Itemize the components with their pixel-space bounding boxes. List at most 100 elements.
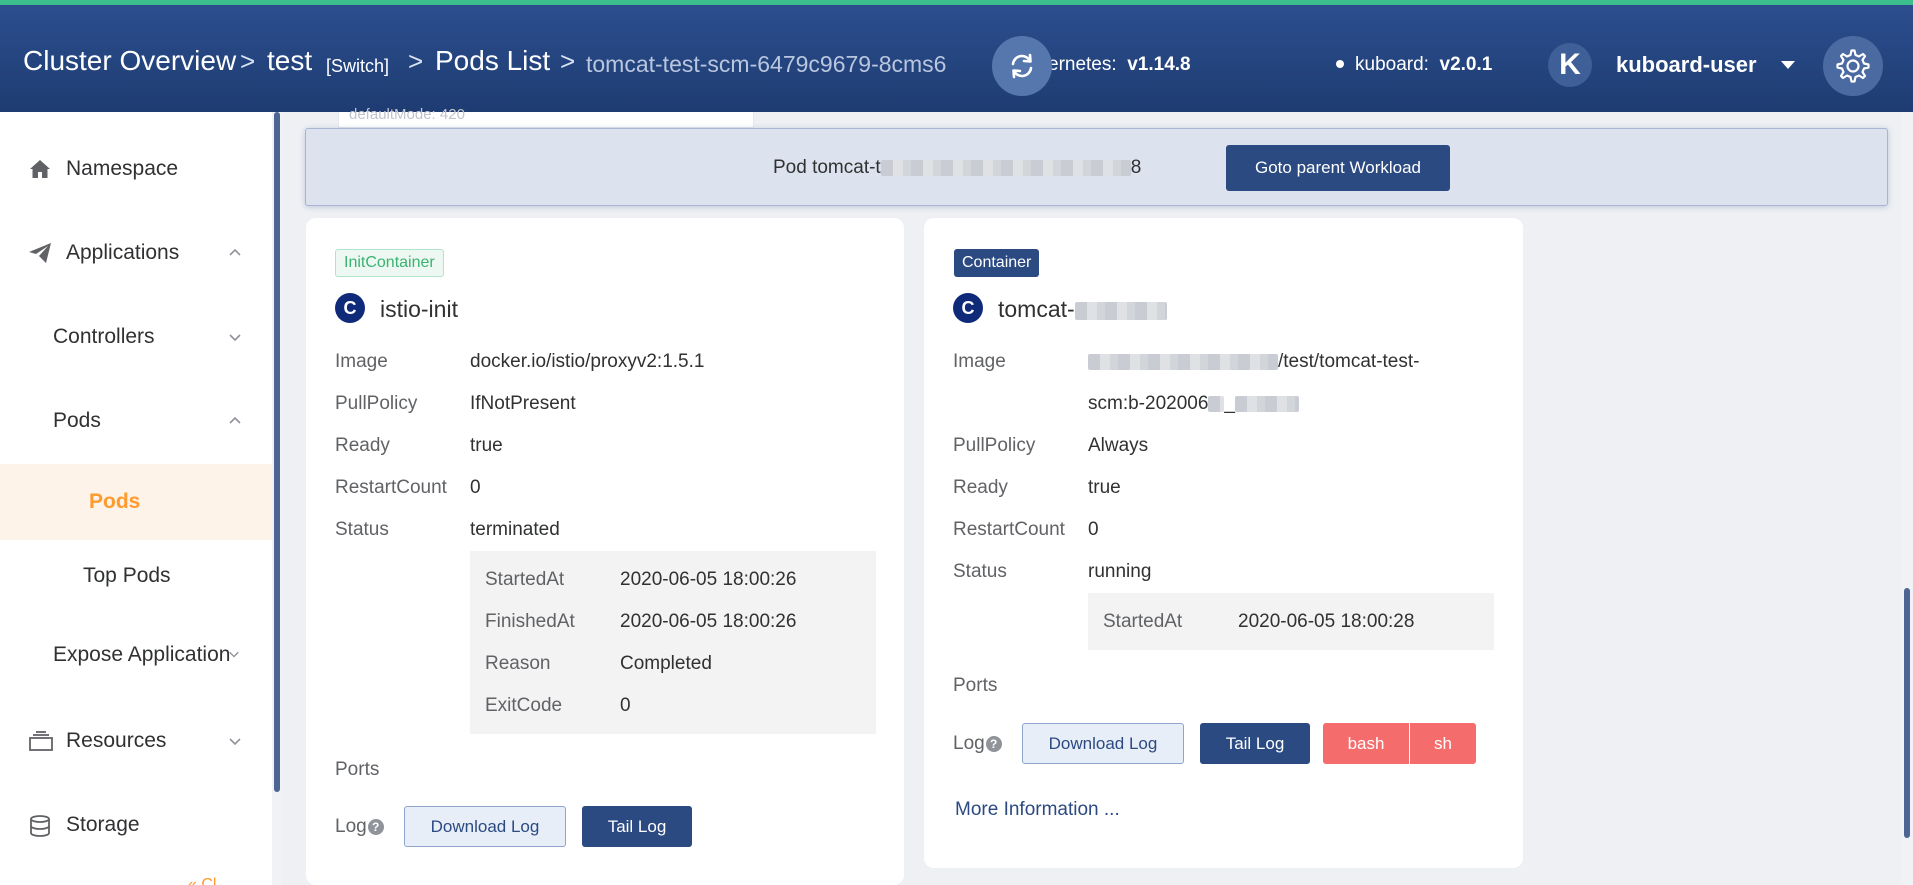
- redacted-text: [880, 159, 1131, 176]
- startedat-value: 2020-06-05 18:00:28: [1238, 611, 1415, 632]
- caret-down-icon[interactable]: [1781, 61, 1795, 69]
- switch-namespace-link[interactable]: [Switch]: [326, 56, 389, 77]
- breadcrumb-separator: >: [560, 46, 576, 76]
- image-value-line2: scm:b-202006 _: [1088, 393, 1299, 415]
- reason-label: Reason: [485, 653, 551, 674]
- finishedat-label: FinishedAt: [485, 611, 575, 632]
- gear-icon: [1836, 49, 1870, 83]
- help-icon: ?: [985, 735, 1002, 752]
- username-dropdown[interactable]: kuboard-user: [1616, 52, 1757, 78]
- init-container-tag: InitContainer: [335, 249, 444, 277]
- image-value: docker.io/istio/proxyv2:1.5.1: [470, 351, 705, 372]
- status-label: Status: [335, 519, 389, 540]
- sidebar-scrollbar[interactable]: [272, 112, 282, 885]
- redacted-text: [1074, 301, 1167, 320]
- breadcrumb-cluster-overview[interactable]: Cluster Overview: [23, 45, 236, 77]
- sidebar-item-label: Resources: [66, 729, 167, 752]
- init-container-name: istio-init: [380, 296, 458, 322]
- breadcrumb-separator: >: [240, 46, 256, 76]
- download-log-button[interactable]: Download Log: [1022, 723, 1184, 764]
- more-information-link[interactable]: More Information ...: [955, 799, 1120, 821]
- chevron-up-icon: [229, 416, 241, 424]
- status-label: Status: [953, 561, 1007, 582]
- sidebar-item-label: Pods: [53, 409, 101, 432]
- ports-label: Ports: [953, 675, 998, 696]
- sidebar-item-label: Applications: [66, 241, 180, 264]
- refresh-button[interactable]: [992, 36, 1052, 96]
- tail-log-button[interactable]: Tail Log: [1200, 723, 1310, 764]
- download-log-button[interactable]: Download Log: [404, 806, 566, 847]
- goto-parent-workload-button[interactable]: Goto parent Workload: [1226, 145, 1450, 191]
- sidebar: Namespace Applications Controllers Pods …: [0, 112, 272, 885]
- volume-default-mode-text: defaultMode: 420: [349, 106, 465, 123]
- restartcount-value: 0: [1088, 519, 1099, 540]
- chevron-down-icon: [229, 334, 241, 342]
- sidebar-item-pods[interactable]: Pods: [0, 464, 272, 540]
- volume-card-fragment: defaultMode: 420: [338, 106, 754, 128]
- home-icon: [30, 160, 50, 178]
- settings-button[interactable]: [1823, 36, 1883, 96]
- collapse-sidebar-link[interactable]: « Cl: [188, 876, 216, 885]
- breadcrumb-pod-name: tomcat-test-scm-6479c9679-8cms6: [586, 51, 947, 77]
- finishedat-value: 2020-06-05 18:00:26: [620, 611, 797, 632]
- avatar[interactable]: K: [1548, 43, 1592, 87]
- startedat-value: 2020-06-05 18:00:26: [620, 569, 797, 590]
- kubernetes-version-label: ernetes: v1.14.8: [1048, 54, 1191, 75]
- sidebar-item-top-pods[interactable]: Top Pods: [0, 541, 272, 611]
- bash-button[interactable]: bash: [1323, 723, 1409, 764]
- sh-button[interactable]: sh: [1410, 723, 1476, 764]
- sidebar-item-label: Pods: [89, 490, 141, 513]
- sidebar-item-controllers[interactable]: Controllers: [0, 302, 272, 372]
- ready-value: true: [470, 435, 503, 456]
- pullpolicy-value: Always: [1088, 435, 1149, 456]
- redacted-text: [1234, 395, 1299, 412]
- kuboard-version: v2.0.1: [1439, 54, 1493, 75]
- container-icon: C: [953, 293, 983, 323]
- image-label: Image: [953, 351, 1006, 372]
- status-value: running: [1088, 561, 1152, 582]
- pullpolicy-label: PullPolicy: [953, 435, 1036, 456]
- paper-plane-icon: [29, 243, 51, 263]
- log-label: Log?: [335, 816, 384, 838]
- breadcrumb-namespace[interactable]: test: [267, 45, 312, 77]
- restartcount-label: RestartCount: [953, 519, 1065, 540]
- restartcount-label: RestartCount: [335, 477, 447, 498]
- sidebar-item-label: Storage: [66, 813, 140, 836]
- layers-icon: [29, 731, 53, 751]
- ready-value: true: [1088, 477, 1121, 498]
- sidebar-item-storage[interactable]: Storage: [0, 790, 272, 860]
- sidebar-item-label: Namespace: [66, 157, 179, 180]
- breadcrumb-pods-list[interactable]: Pods List: [435, 45, 550, 77]
- help-icon: ?: [367, 818, 384, 835]
- container-icon: C: [335, 293, 365, 323]
- startedat-label: StartedAt: [1103, 611, 1183, 632]
- exitcode-value: 0: [620, 695, 631, 716]
- restartcount-value: 0: [470, 477, 481, 498]
- container-tag: Container: [954, 249, 1040, 277]
- sidebar-item-expose-application[interactable]: Expose Application: [0, 620, 272, 690]
- pod-banner: Pod tomcat-t 8 Goto parent Workload: [305, 128, 1888, 206]
- reason-value: Completed: [620, 653, 712, 674]
- sidebar-item-pods-group[interactable]: Pods: [0, 386, 272, 456]
- main-scrollbar-thumb[interactable]: [1904, 588, 1910, 838]
- status-value: terminated: [470, 519, 560, 540]
- top-header: Cluster Overview > test [Switch] > Pods …: [0, 0, 1913, 112]
- chevron-down-icon: [229, 651, 239, 658]
- sidebar-item-label: Top Pods: [83, 564, 171, 587]
- sidebar-item-namespace[interactable]: Namespace: [0, 134, 272, 204]
- ready-label: Ready: [335, 435, 390, 456]
- sidebar-item-label: Expose Application: [53, 643, 231, 666]
- sidebar-scrollbar-thumb[interactable]: [274, 112, 280, 792]
- breadcrumb-separator: >: [408, 46, 424, 76]
- container-name: tomcat-: [998, 296, 1167, 323]
- main-scrollbar[interactable]: [1901, 112, 1913, 885]
- pullpolicy-label: PullPolicy: [335, 393, 418, 414]
- image-value-line1: /test/tomcat-test-: [1088, 351, 1419, 373]
- log-label: Log?: [953, 733, 1002, 755]
- kubernetes-version: v1.14.8: [1127, 54, 1191, 75]
- kuboard-version-label: kuboard: v2.0.1: [1355, 54, 1493, 75]
- tail-log-button[interactable]: Tail Log: [582, 806, 692, 847]
- refresh-icon: [1011, 53, 1033, 79]
- sidebar-item-resources[interactable]: Resources: [0, 706, 272, 776]
- sidebar-item-applications[interactable]: Applications: [0, 218, 272, 288]
